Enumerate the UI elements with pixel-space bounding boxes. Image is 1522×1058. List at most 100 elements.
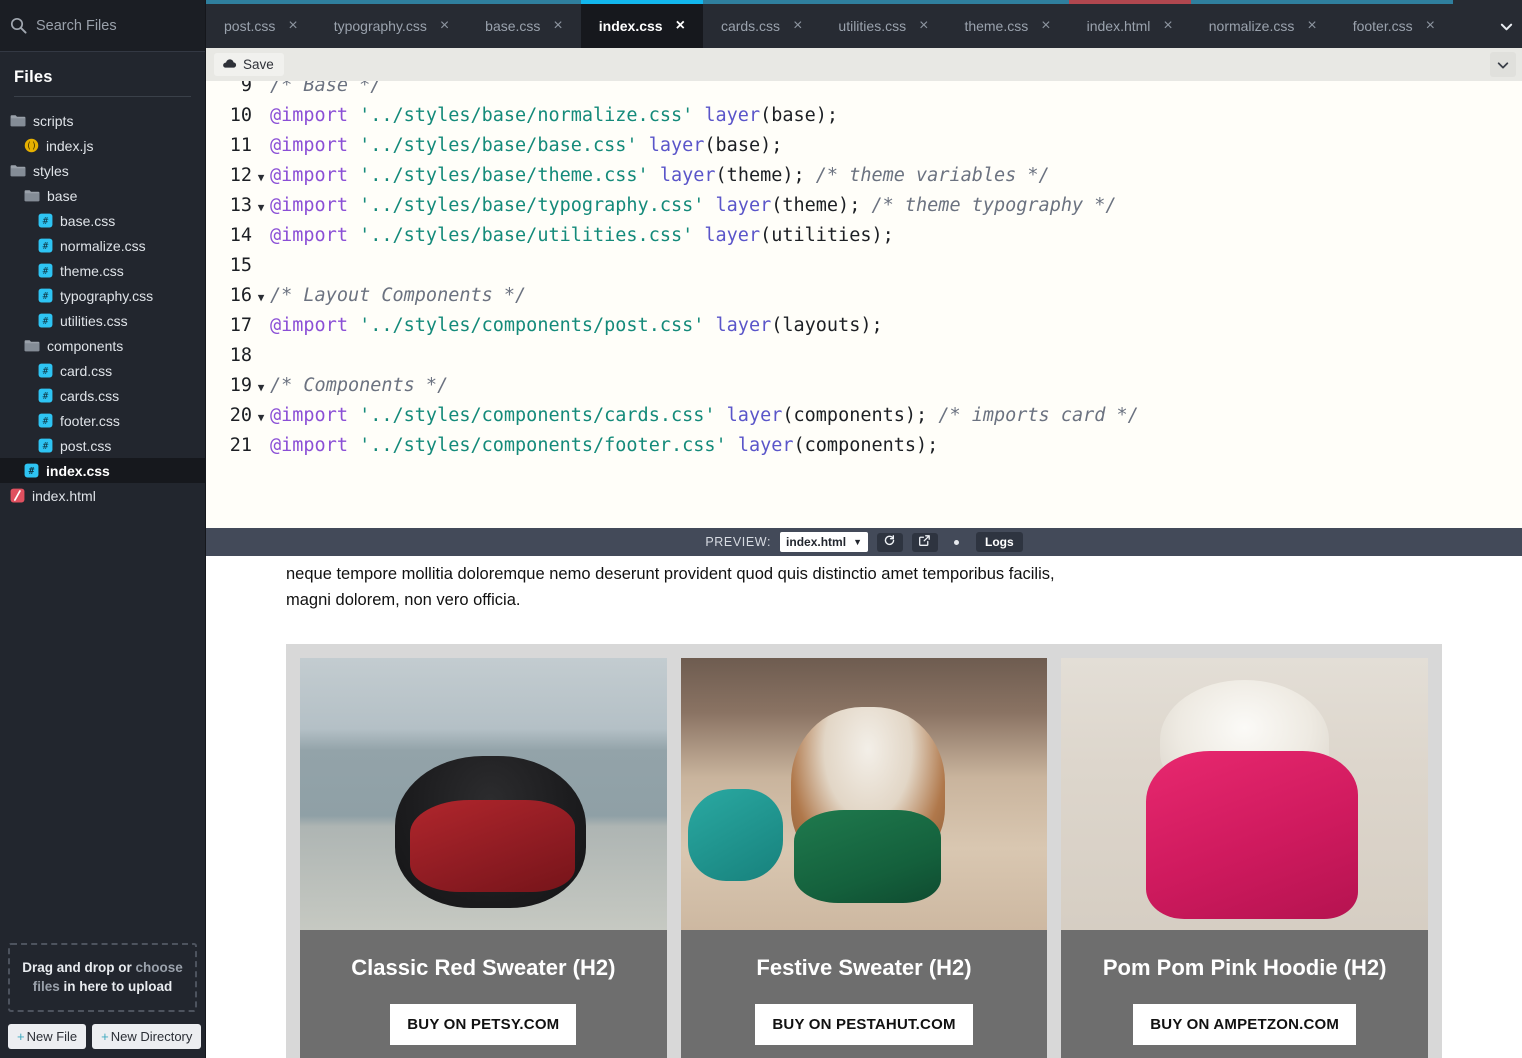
search-input[interactable]	[36, 18, 195, 34]
token-layer: layer	[716, 315, 772, 336]
token-layer: layer	[649, 135, 705, 156]
toolbar-overflow-chevron-down-icon[interactable]	[1490, 52, 1516, 77]
tab-footer-css[interactable]: footer.css×	[1335, 0, 1453, 48]
fold-toggle-icon[interactable]: ▼	[254, 373, 268, 403]
chevron-down-icon: ▼	[853, 537, 862, 547]
tab-close-icon[interactable]: ×	[793, 18, 802, 34]
code-line[interactable]: 12▼@import '../styles/base/theme.css' la…	[206, 161, 1522, 191]
code-text: @import '../styles/components/post.css' …	[268, 311, 883, 341]
files-header: Files	[0, 52, 205, 96]
tree-item-theme-css[interactable]: #theme.css	[0, 258, 205, 283]
fold-toggle-icon[interactable]: ▼	[254, 193, 268, 223]
tab-post-css[interactable]: post.css×	[206, 0, 316, 48]
tree-item-index-css[interactable]: #index.css	[0, 458, 205, 483]
buy-button[interactable]: BUY ON PESTAHUT.COM	[755, 1004, 972, 1045]
tree-item-index-js[interactable]: ()index.js	[0, 133, 205, 158]
code-line[interactable]: 20▼@import '../styles/components/cards.c…	[206, 401, 1522, 431]
open-preview-new-tab-button[interactable]	[912, 533, 938, 552]
product-image	[681, 658, 1048, 930]
tree-item-card-css[interactable]: #card.css	[0, 358, 205, 383]
svg-text:#: #	[43, 241, 49, 252]
tab-close-icon[interactable]: ×	[1426, 18, 1435, 34]
buy-button[interactable]: BUY ON PETSY.COM	[390, 1004, 576, 1045]
new-file-button[interactable]: +New File	[8, 1024, 86, 1049]
tree-item-scripts[interactable]: scripts	[0, 108, 205, 133]
tree-item-footer-css[interactable]: #footer.css	[0, 408, 205, 433]
token-str: '../styles/base/utilities.css'	[359, 225, 693, 246]
save-button[interactable]: Save	[214, 53, 284, 76]
tree-item-base[interactable]: base	[0, 183, 205, 208]
tab-index-css[interactable]: index.css×	[581, 0, 703, 48]
tree-item-label: scripts	[33, 113, 73, 129]
css-file-icon: #	[38, 363, 53, 378]
tree-item-index-html[interactable]: index.html	[0, 483, 205, 508]
editor-toolbar: Save	[206, 48, 1522, 81]
file-sidebar: Files scripts()index.jsstylesbase#base.c…	[0, 0, 206, 1058]
tree-item-base-css[interactable]: #base.css	[0, 208, 205, 233]
tree-item-styles[interactable]: styles	[0, 158, 205, 183]
tree-item-label: base.css	[60, 213, 115, 229]
tab-cards-css[interactable]: cards.css×	[703, 0, 820, 48]
tree-item-normalize-css[interactable]: #normalize.css	[0, 233, 205, 258]
tree-item-label: utilities.css	[60, 313, 128, 329]
code-line[interactable]: 17 @import '../styles/components/post.css…	[206, 311, 1522, 341]
code-line[interactable]: 10@import '../styles/base/normalize.css'…	[206, 101, 1522, 131]
tree-item-components[interactable]: components	[0, 333, 205, 358]
preview-pane[interactable]: neque tempore mollitia doloremque nemo d…	[206, 556, 1522, 1058]
code-text: @import '../styles/components/footer.css…	[268, 431, 938, 461]
new-directory-label: New Directory	[111, 1029, 193, 1044]
code-line[interactable]: 14@import '../styles/base/utilities.css'…	[206, 221, 1522, 251]
tree-item-post-css[interactable]: #post.css	[0, 433, 205, 458]
tab-close-icon[interactable]: ×	[1041, 18, 1050, 34]
line-number: 17	[206, 311, 254, 341]
tab-close-icon[interactable]: ×	[676, 18, 685, 34]
token-com: /* Layout Components */	[270, 285, 526, 306]
html-file-icon	[10, 488, 25, 503]
file-upload-dropzone[interactable]: Drag and drop or choose files in here to…	[8, 943, 197, 1012]
files-divider	[14, 96, 191, 97]
search-files-row[interactable]	[0, 0, 205, 52]
code-line[interactable]: 21@import '../styles/components/footer.c…	[206, 431, 1522, 461]
new-directory-button[interactable]: +New Directory	[92, 1024, 201, 1049]
tab-base-css[interactable]: base.css×	[467, 0, 581, 48]
code-line[interactable]: 11@import '../styles/base/base.css' laye…	[206, 131, 1522, 161]
code-line[interactable]: 9/* Base */	[206, 81, 1522, 101]
token-layer: layer	[738, 435, 794, 456]
tab-close-icon[interactable]: ×	[1307, 18, 1316, 34]
logs-button[interactable]: Logs	[976, 532, 1023, 552]
tab-close-icon[interactable]: ×	[440, 18, 449, 34]
tab-close-icon[interactable]: ×	[1163, 18, 1172, 34]
preview-file-select[interactable]: index.html ▼	[780, 532, 868, 552]
line-number: 11	[206, 131, 254, 161]
tab-utilities-css[interactable]: utilities.css×	[820, 0, 946, 48]
token-punct: (components);	[782, 405, 927, 426]
fold-toggle-icon[interactable]: ▼	[254, 403, 268, 433]
code-line[interactable]: 19▼/* Components */	[206, 371, 1522, 401]
tab-index-html[interactable]: index.html×	[1069, 0, 1191, 48]
token-at: @import	[270, 315, 348, 336]
tab-close-icon[interactable]: ×	[553, 18, 562, 34]
code-editor[interactable]: 9/* Base */10@import '../styles/base/nor…	[206, 81, 1522, 528]
tree-item-cards-css[interactable]: #cards.css	[0, 383, 205, 408]
workspace: post.css×typography.css×base.css×index.c…	[206, 0, 1522, 1058]
token-com: /* theme variables */	[816, 165, 1050, 186]
tab-theme-css[interactable]: theme.css×	[946, 0, 1068, 48]
tab-close-icon[interactable]: ×	[288, 18, 297, 34]
tab-normalize-css[interactable]: normalize.css×	[1191, 0, 1335, 48]
svg-text:#: #	[43, 366, 49, 377]
tab-typography-css[interactable]: typography.css×	[316, 0, 467, 48]
code-line[interactable]: 16▼/* Layout Components */	[206, 281, 1522, 311]
tree-item-utilities-css[interactable]: #utilities.css	[0, 308, 205, 333]
buy-button[interactable]: BUY ON AMPETZON.COM	[1133, 1004, 1356, 1045]
product-button-wrap: BUY ON PETSY.COM	[300, 981, 667, 1058]
code-line[interactable]: 18	[206, 341, 1522, 371]
refresh-preview-button[interactable]	[877, 533, 903, 552]
fold-toggle-icon[interactable]: ▼	[254, 283, 268, 313]
code-line[interactable]: 15	[206, 251, 1522, 281]
preview-top-paragraph: neque tempore mollitia doloremque nemo d…	[286, 556, 1086, 613]
tree-item-typography-css[interactable]: #typography.css	[0, 283, 205, 308]
code-line[interactable]: 13▼@import '../styles/base/typography.cs…	[206, 191, 1522, 221]
tab-overflow-chevron-down-icon[interactable]	[1490, 4, 1522, 48]
tab-close-icon[interactable]: ×	[919, 18, 928, 34]
fold-toggle-icon[interactable]: ▼	[254, 163, 268, 193]
